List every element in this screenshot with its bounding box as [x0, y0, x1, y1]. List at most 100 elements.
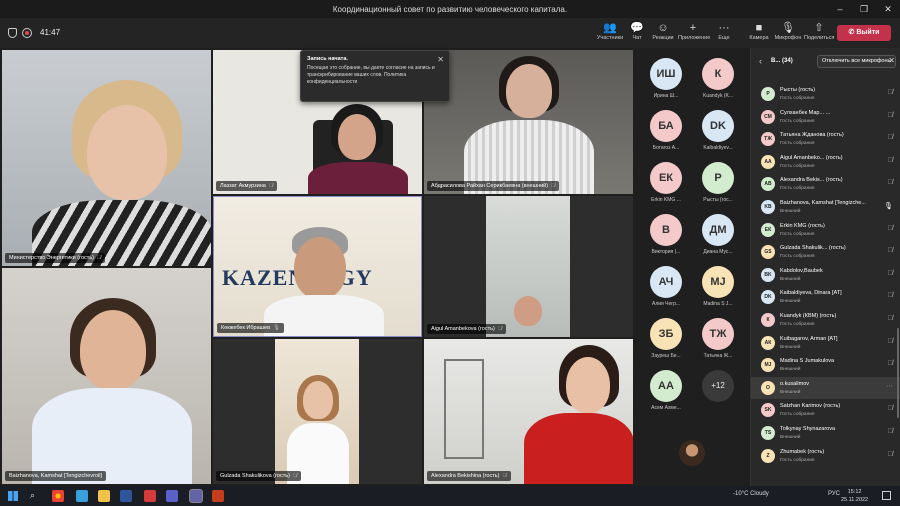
participant-row[interactable]: СМ Сулханбек Мар... ... Гость собрания 🎙̸: [751, 106, 900, 129]
avatar-tile[interactable]: В Виктория (...: [640, 208, 692, 260]
acrobat-icon[interactable]: [144, 490, 156, 502]
video-tile-active-speaker[interactable]: KAZENERGY Кекжебек Ибрашев🎙: [213, 196, 422, 337]
chevron-left-icon[interactable]: ‹: [759, 56, 762, 66]
avatar: ЕК: [650, 162, 682, 194]
close-icon[interactable]: ✕: [437, 55, 444, 64]
apps-button[interactable]: + Приложение: [678, 21, 710, 41]
participant-row[interactable]: АА Aigul Amanbeko... (гость) Гость собрани…: [751, 151, 900, 174]
mic-off-icon: 🎙̸: [292, 473, 298, 479]
avatar: DK: [761, 290, 775, 305]
participant-name: Baizhanova, Kamshat [Tengizchevroil]: [5, 471, 106, 481]
search-icon[interactable]: ⌕: [30, 490, 35, 501]
avatar: KB: [761, 199, 775, 214]
chrome-icon[interactable]: [52, 490, 64, 502]
window-title-bar: Координационный совет по развитию челове…: [0, 0, 900, 18]
panel-scrollbar[interactable]: [897, 328, 899, 418]
mic-off-icon: 🎙̸: [887, 111, 893, 119]
file-explorer-icon[interactable]: [98, 490, 110, 502]
avatar-tile[interactable]: ЕК Erkin KMG ...: [640, 156, 692, 208]
participant-row[interactable]: АК Kuibagarov, Arman [AT] Внешний 🎙̸: [751, 332, 900, 355]
avatar-tile[interactable]: АА Асем Ахме...: [640, 364, 692, 416]
participant-row[interactable]: MJ Madina S Jumakulova Внешний 🎙̸: [751, 354, 900, 377]
teams-meeting-icon[interactable]: [189, 489, 203, 503]
notifications-icon[interactable]: [882, 491, 891, 500]
mute-all-button[interactable]: Отключить все микрофоны: [817, 55, 897, 68]
avatar-tile[interactable]: Р Рысты (гос...: [692, 156, 744, 208]
avatar-tile[interactable]: ИШ Ирина Ш...: [640, 52, 692, 104]
participant-row[interactable]: GS Gulzada Shakulik... (гость) Гость собра…: [751, 241, 900, 264]
video-tile[interactable]: Baizhanova, Kamshat [Tengizchevroil]: [2, 268, 211, 484]
mic-off-icon: 🎙̸: [497, 326, 502, 332]
recording-notice-body: Посещая это собрание, вы даете согласие …: [307, 65, 435, 85]
participant-row[interactable]: Р Рысты (гость) Гость собрания 🎙̸: [751, 83, 900, 106]
reactions-icon: ☺: [657, 22, 669, 34]
avatar-tile[interactable]: К Kuandyk (K...: [692, 52, 744, 104]
self-view[interactable]: [679, 440, 705, 466]
avatar-tile[interactable]: ТЖ Татьяна Ж...: [692, 312, 744, 364]
video-tile[interactable]: Министерство Энергетики (гость) 🎙̸: [2, 50, 211, 266]
maximize-button[interactable]: ❐: [852, 0, 876, 18]
participant-row[interactable]: KB Baizhanova, Kamshat [Tengizche... Внешн…: [751, 196, 900, 219]
participant-row[interactable]: BK Kabdolov,Baubek Внешний 🎙̸: [751, 264, 900, 287]
participant-row[interactable]: SK Satzhan Karimov (гость) Гость собрания 🎙…: [751, 399, 900, 422]
avatar-tile[interactable]: ДМ Диана Мус...: [692, 208, 744, 260]
window-controls: – ❐ ✕: [828, 0, 900, 18]
participant-row-selected[interactable]: Oo.kusalimov Внешний ···: [751, 376, 900, 400]
more-icon: ···: [718, 22, 730, 34]
participant-row[interactable]: Z Zhumabek (гость) Гость собрания 🎙̸: [751, 445, 900, 468]
word-icon[interactable]: [120, 490, 132, 502]
reactions-button[interactable]: ☺ Реакции: [648, 21, 678, 41]
mic-off-icon: 🎙̸: [887, 134, 893, 142]
video-tile[interactable]: Gulzada Shakulikova (гость) 🎙̸: [213, 339, 422, 484]
participant-row[interactable]: К Kuandyk (КВМ) (гость) Гость собрания 🎙̸: [751, 309, 900, 332]
weather-status[interactable]: -10°C Cloudy: [733, 491, 769, 497]
avatar-tile[interactable]: DK Kaibaldiyev...: [692, 104, 744, 156]
more-participants-button[interactable]: +12: [692, 364, 744, 416]
minimize-button[interactable]: –: [828, 0, 852, 18]
avatar-tile[interactable]: ЗБ Зауреш Бе...: [640, 312, 692, 364]
video-tile[interactable]: Aigul Amanbekova (гость) 🎙̸: [424, 196, 633, 337]
participant-row[interactable]: DK Kaibaldiyeva, Dinara [AT] Внешний 🎙̸: [751, 286, 900, 309]
close-panel-icon[interactable]: ✕: [888, 56, 895, 65]
windows-taskbar: ⌕ -10°C Cloudy РУС 15:12 25.11.2022: [0, 486, 900, 506]
mic-off-icon: 🎙̸: [887, 247, 893, 255]
more-options-icon[interactable]: ···: [886, 383, 893, 390]
participant-row[interactable]: TS Tolkynay Shynazarova Внешний 🎙̸: [751, 422, 900, 445]
participant-list: Р Рысты (гость) Гость собрания 🎙̸ СМ Сулханб…: [751, 83, 900, 467]
window-title: Координационный совет по развитию челове…: [332, 4, 568, 14]
avatar: SK: [761, 403, 775, 418]
avatar-tile[interactable]: АЧ Алия Чегр...: [640, 260, 692, 312]
participant-name: Gulzada Shakulikova (гость) 🎙̸: [216, 471, 302, 481]
participant-row[interactable]: АВ Alexandra Bekis... (гость) Гость собран…: [751, 173, 900, 196]
teams-icon[interactable]: [166, 490, 178, 502]
windows-start-icon[interactable]: [8, 491, 18, 501]
video-tile[interactable]: Абдрасилова Райхан Серикбаевна (внешний)…: [424, 50, 633, 194]
participant-row[interactable]: ЕК Erkin KMG (гость) Гость собрания 🎙̸: [751, 219, 900, 242]
system-clock[interactable]: 15:12 25.11.2022: [841, 488, 868, 504]
avatar: АВ: [761, 177, 775, 192]
share-button[interactable]: ⇧ Поделиться: [804, 21, 834, 41]
share-icon: ⇧: [814, 22, 824, 34]
edge-icon[interactable]: [76, 490, 88, 502]
mic-off-icon: 🎙̸: [502, 473, 507, 479]
avatar: ЕК: [761, 222, 775, 237]
mic-icon: 🎙: [273, 325, 281, 331]
video-tile[interactable]: Alexandra Bekishina (гость) 🎙̸: [424, 339, 633, 484]
microphone-button[interactable]: 🎙 Микрофон: [773, 21, 803, 41]
participant-row[interactable]: ТЖ Татьяна Жданова (гость) Гость собрания 🎙…: [751, 128, 900, 151]
powerpoint-icon[interactable]: [212, 490, 224, 502]
mic-off-icon: 🎙̸: [887, 179, 893, 187]
camera-button[interactable]: ■ Камера: [744, 21, 774, 41]
leave-button[interactable]: ✆ Выйти: [837, 25, 891, 41]
avatar: GS: [761, 245, 775, 260]
mic-off-icon: 🎙̸: [887, 405, 893, 413]
participant-name: Абдрасилова Райхан Серикбаевна (внешний)…: [427, 181, 560, 191]
close-window-button[interactable]: ✕: [876, 0, 900, 18]
more-button[interactable]: ··· Еще: [709, 21, 739, 41]
recording-notice: Запись начата. Посещая это собрание, вы …: [300, 50, 450, 102]
mic-off-icon: 🎙̸: [887, 224, 893, 232]
avatar-tile[interactable]: БА Ботагоз А...: [640, 104, 692, 156]
avatar-tile[interactable]: MJ Madina S J...: [692, 260, 744, 312]
participants-button[interactable]: 👥 Участники: [595, 21, 625, 41]
keyboard-language[interactable]: РУС: [828, 491, 840, 497]
